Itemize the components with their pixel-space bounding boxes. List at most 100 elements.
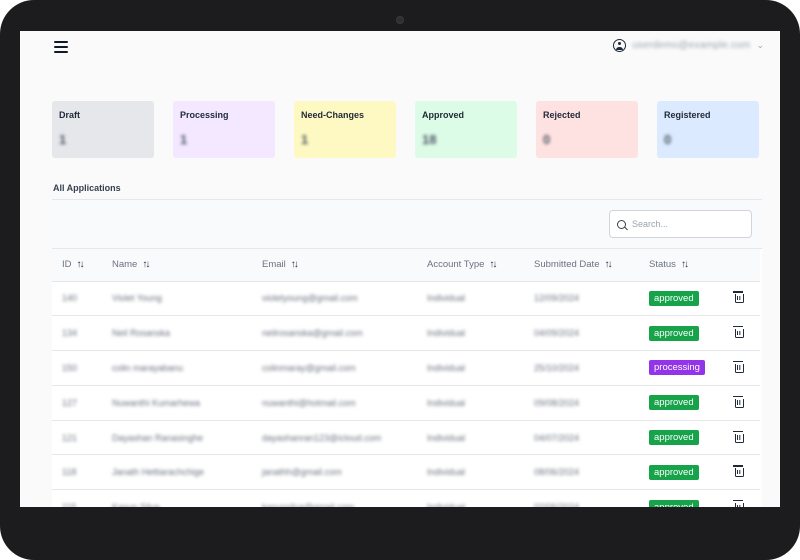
- table-row[interactable]: 118 Janath Hettiarachchige janathh@gmail.c…: [52, 455, 760, 490]
- trash-icon[interactable]: [733, 360, 744, 373]
- cell-name: Janath Hettiarachchige: [102, 455, 252, 490]
- card-label: Approved: [422, 110, 465, 120]
- cell-status: approved: [639, 490, 719, 507]
- cell-name: Dayashan Ranasinghe: [102, 420, 252, 455]
- cell-email-value: kasunsilva@gmail.com: [262, 502, 354, 507]
- cell-status: approved: [639, 385, 719, 420]
- table-row[interactable]: 121 Dayashan Ranasinghe dayashanran123@icl…: [52, 420, 760, 455]
- cell-type: Individual: [417, 351, 524, 386]
- cell-id-value: 150: [62, 362, 78, 373]
- column-header-account-type[interactable]: Account Type ↑↓: [417, 249, 524, 282]
- card-count: 0: [664, 132, 672, 147]
- chevron-down-icon: ⌄: [756, 40, 764, 50]
- cell-actions: [719, 455, 760, 490]
- status-card-registered[interactable]: Registered 0: [657, 101, 759, 158]
- cell-status: approved: [639, 316, 719, 351]
- cell-id-value: 121: [62, 432, 78, 443]
- sort-icon[interactable]: ↑↓: [489, 259, 497, 270]
- trash-icon[interactable]: [733, 500, 744, 507]
- trash-icon[interactable]: [733, 326, 744, 339]
- cell-type-value: Individual: [427, 502, 465, 507]
- cell-name-value: Dayashan Ranasinghe: [112, 432, 204, 443]
- cell-status: approved: [639, 420, 719, 455]
- card-count: 0: [543, 132, 551, 147]
- cell-name: colin marayabanu: [102, 351, 252, 386]
- trash-icon[interactable]: [733, 395, 744, 408]
- table-row[interactable]: 115 Kasun Silva kasunsilva@gmail.com Indivi…: [52, 490, 760, 507]
- cell-actions: [719, 351, 760, 386]
- cell-name: Nuwanthi Kumarhewa: [102, 385, 252, 420]
- cell-name: Violet Young: [102, 281, 252, 316]
- cell-type-value: Individual: [427, 362, 466, 373]
- sort-icon[interactable]: ↑↓: [291, 259, 299, 270]
- status-badge: approved: [649, 464, 699, 480]
- cell-status: approved: [639, 281, 719, 316]
- cell-email-value: colinmaray@gmail.com: [262, 362, 356, 373]
- status-card-approved[interactable]: Approved 18: [415, 101, 517, 158]
- sort-icon[interactable]: ↑↓: [681, 259, 689, 270]
- cell-email: violetyoung@gmail.com: [252, 281, 417, 316]
- status-badge: approved: [649, 290, 699, 306]
- column-header-name[interactable]: Name ↑↓: [102, 249, 252, 282]
- trash-icon[interactable]: [733, 465, 744, 478]
- table-row[interactable]: 150 colin marayabanu colinmaray@gmail.com I…: [52, 351, 760, 386]
- trash-icon[interactable]: [733, 291, 744, 304]
- status-card-need-changes[interactable]: Need-Changes 1: [294, 101, 396, 158]
- cell-id: 150: [52, 351, 102, 386]
- cell-id: 127: [52, 385, 102, 420]
- column-header-label: Name: [112, 259, 138, 271]
- cell-email: janathh@gmail.com: [252, 455, 417, 490]
- user-menu[interactable]: userdemo@example.com ⌄: [613, 39, 764, 52]
- card-label: Registered: [664, 110, 711, 120]
- card-count: 18: [422, 132, 437, 147]
- cell-name-value: Janath Hettiarachchige: [112, 467, 205, 478]
- camera-dot: [396, 16, 404, 24]
- sort-icon[interactable]: ↑↓: [142, 259, 150, 270]
- cell-name-value: Neil Rosanska: [112, 328, 171, 339]
- hamburger-menu-icon[interactable]: [54, 41, 68, 53]
- cell-email: neilrosanska@gmail.com: [252, 316, 417, 351]
- cell-date-value: 04/09/2024: [534, 328, 580, 339]
- search-input[interactable]: [632, 219, 742, 229]
- cell-type-value: Individual: [427, 293, 466, 304]
- cell-type-value: Individual: [427, 432, 466, 443]
- cell-email: kasunsilva@gmail.com: [252, 490, 417, 507]
- section-title: All Applications: [53, 183, 121, 193]
- table-body: 140 Violet Young violetyoung@gmail.com Indi…: [52, 281, 760, 507]
- column-header-id[interactable]: ID ↑↓: [52, 249, 102, 282]
- sort-icon[interactable]: ↑↓: [77, 259, 85, 270]
- table-toolbar: [52, 200, 762, 249]
- card-label: Processing: [180, 110, 229, 120]
- card-count: 1: [59, 132, 67, 147]
- column-header-label: Email: [262, 259, 286, 271]
- cell-id-value: 115: [62, 502, 76, 507]
- cell-type: Individual: [417, 385, 524, 420]
- column-header-actions: [719, 249, 760, 282]
- status-card-draft[interactable]: Draft 1: [52, 101, 154, 158]
- column-header-label: Submitted Date: [534, 259, 600, 271]
- table-row[interactable]: 134 Neil Rosanska neilrosanska@gmail.com In…: [52, 316, 760, 351]
- table-row[interactable]: 127 Nuwanthi Kumarhewa nuwanthi@hotmail.co…: [52, 385, 760, 421]
- column-header-email[interactable]: Email ↑↓: [252, 249, 417, 282]
- status-card-processing[interactable]: Processing 1: [173, 101, 275, 158]
- trash-icon[interactable]: [733, 430, 744, 443]
- sort-icon[interactable]: ↑↓: [604, 259, 612, 270]
- column-header-status[interactable]: Status ↑↓: [639, 249, 719, 282]
- cell-email-value: dayashanran123@icloud.com: [262, 432, 382, 443]
- user-avatar-icon: [613, 39, 627, 52]
- status-badge: approved: [649, 499, 699, 507]
- card-count: 1: [180, 132, 188, 147]
- cell-type: Individual: [417, 490, 524, 507]
- cell-email-value: nuwanthi@hotmail.com: [262, 397, 356, 408]
- cell-date-value: 08/06/2024: [534, 467, 580, 478]
- cell-actions: [719, 385, 760, 420]
- cell-actions: [719, 490, 760, 507]
- cell-name-value: Nuwanthi Kumarhewa: [112, 397, 201, 408]
- column-header-submitted-date[interactable]: Submitted Date ↑↓: [524, 249, 639, 282]
- status-card-rejected[interactable]: Rejected 0: [536, 101, 638, 158]
- column-header-label: ID: [62, 259, 72, 271]
- status-badge: processing: [649, 360, 705, 376]
- cell-name-value: Violet Young: [112, 293, 162, 304]
- search-box[interactable]: [609, 210, 752, 238]
- table-row[interactable]: 140 Violet Young violetyoung@gmail.com Indi…: [52, 281, 760, 316]
